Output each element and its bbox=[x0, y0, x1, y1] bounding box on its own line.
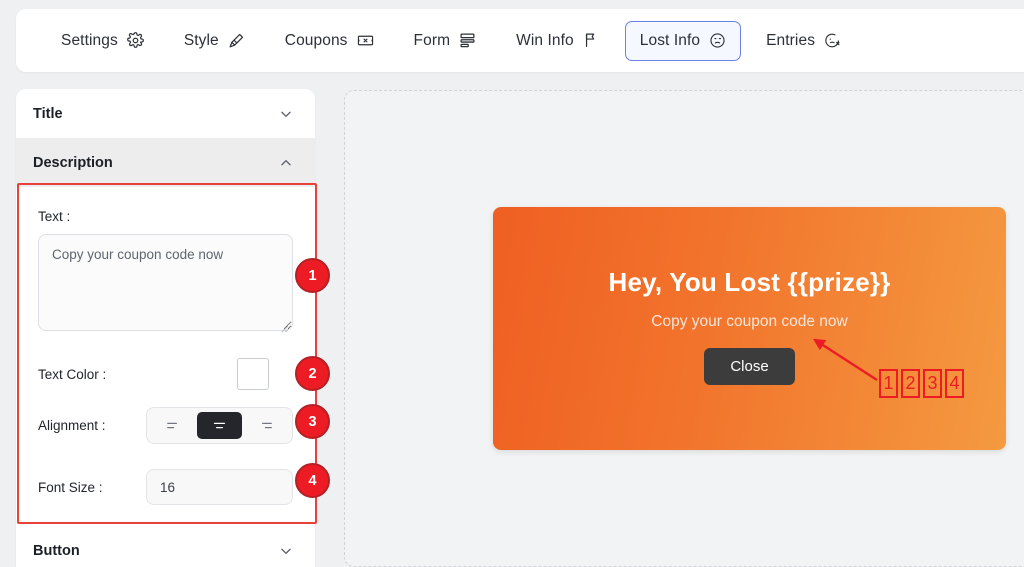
preview-tag-1: 1 bbox=[879, 369, 898, 398]
align-center-icon[interactable] bbox=[197, 411, 242, 439]
align-right-icon[interactable] bbox=[243, 412, 288, 439]
lost-popup-preview: Hey, You Lost {{prize}} Copy your coupon… bbox=[493, 207, 1006, 450]
alignment-label: Alignment : bbox=[38, 417, 106, 433]
tab-settings[interactable]: Settings bbox=[46, 21, 159, 61]
tab-style-label: Style bbox=[183, 31, 219, 49]
text-color-label: Text Color : bbox=[38, 366, 107, 382]
face-x-icon bbox=[824, 32, 841, 49]
text-textarea-wrapper bbox=[38, 234, 293, 336]
chevron-up-icon[interactable] bbox=[279, 156, 293, 170]
tab-entries-label: Entries bbox=[766, 31, 816, 49]
description-panel: Text : Text Color : Alignment : bbox=[16, 187, 315, 522]
annotation-badge-3: 3 bbox=[295, 404, 330, 439]
settings-sidebar: Title Description Text : Copy your coupo… bbox=[16, 89, 315, 567]
popup-title: Hey, You Lost {{prize}} bbox=[608, 267, 891, 297]
flag-icon bbox=[583, 32, 600, 49]
ticket-icon bbox=[357, 32, 374, 49]
accordion-title-description: Description bbox=[33, 154, 113, 171]
accordion-title-button: Button bbox=[33, 542, 80, 559]
chevron-down-icon[interactable] bbox=[279, 544, 293, 558]
font-size-input[interactable] bbox=[146, 469, 293, 505]
tab-win-info[interactable]: Win Info bbox=[501, 21, 615, 61]
tab-coupons-label: Coupons bbox=[284, 31, 348, 49]
tab-settings-label: Settings bbox=[61, 31, 118, 49]
tab-lost-info-label: Lost Info bbox=[639, 31, 701, 49]
annotation-badge-2: 2 bbox=[295, 356, 330, 391]
text-color-swatch[interactable] bbox=[237, 358, 269, 390]
brush-icon bbox=[228, 32, 245, 49]
text-field-label: Text : bbox=[38, 209, 71, 224]
close-button[interactable]: Close bbox=[704, 348, 795, 385]
sad-face-icon bbox=[709, 32, 726, 49]
popup-content: Hey, You Lost {{prize}} Copy your coupon… bbox=[493, 267, 1006, 385]
tab-list: Settings Style Coupons Form Win Info Los… bbox=[16, 9, 1024, 72]
form-icon bbox=[459, 32, 476, 49]
accordion-title-title: Title bbox=[33, 105, 63, 122]
annotation-badge-1: 1 bbox=[295, 258, 330, 293]
font-size-label: Font Size : bbox=[38, 479, 103, 495]
annotation-badge-4: 4 bbox=[295, 463, 330, 498]
preview-tag-2: 2 bbox=[901, 369, 920, 398]
tab-lost-info[interactable]: Lost Info bbox=[624, 20, 742, 61]
tab-bar: Settings Style Coupons Form Win Info Los… bbox=[16, 9, 1024, 72]
accordion-header-button[interactable]: Button bbox=[16, 526, 315, 567]
preview-tag-4: 4 bbox=[945, 369, 964, 398]
accordion-header-description[interactable]: Description bbox=[16, 138, 315, 187]
description-text-input[interactable] bbox=[38, 234, 293, 331]
tab-entries[interactable]: Entries bbox=[751, 21, 856, 61]
alignment-button-group bbox=[146, 406, 293, 444]
tab-win-info-label: Win Info bbox=[516, 31, 574, 49]
accordion-header-title[interactable]: Title bbox=[16, 89, 315, 138]
tab-form-label: Form bbox=[413, 31, 451, 49]
text-color-swatch-holder bbox=[146, 358, 293, 390]
preview-tag-3: 3 bbox=[923, 369, 942, 398]
align-left-icon[interactable] bbox=[151, 412, 196, 439]
chevron-down-icon[interactable] bbox=[279, 107, 293, 121]
gear-icon bbox=[126, 32, 144, 49]
tab-coupons[interactable]: Coupons bbox=[270, 21, 389, 61]
tab-style[interactable]: Style bbox=[169, 21, 260, 61]
preview-canvas: Hey, You Lost {{prize}} Copy your coupon… bbox=[344, 90, 1024, 567]
popup-description: Copy your coupon code now bbox=[651, 313, 848, 330]
tab-form[interactable]: Form bbox=[399, 21, 492, 61]
